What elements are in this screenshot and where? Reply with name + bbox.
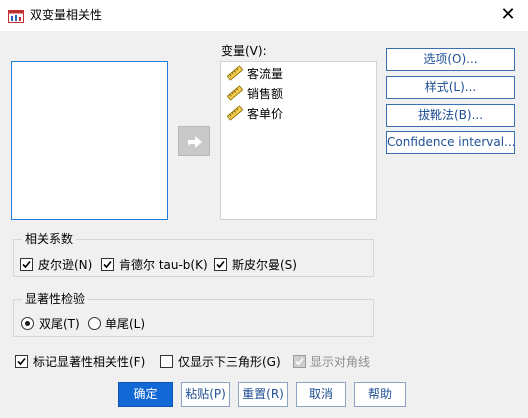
one-tailed-radio[interactable] — [88, 317, 101, 330]
kendall-label[interactable]: 肯德尔 tau-b(K) — [119, 257, 208, 273]
scale-ruler-icon — [227, 65, 243, 81]
show-diagonal-label: 显示对角线 — [310, 355, 371, 369]
confidence-interval-button[interactable]: Confidence interval... — [386, 131, 515, 154]
pearson-label[interactable]: 皮尔逊(N) — [38, 257, 92, 273]
two-tailed-label[interactable]: 双尾(T) — [39, 316, 80, 332]
scale-ruler-icon — [227, 105, 243, 121]
close-icon[interactable]: ✕ — [494, 4, 522, 26]
one-tailed-label[interactable]: 单尾(L) — [105, 316, 145, 332]
show-diagonal-checkbox — [293, 355, 306, 368]
kendall-checkbox[interactable] — [101, 258, 114, 271]
variable-name: 客单价 — [247, 106, 284, 121]
variables-list[interactable]: 客流量 销售额 客单价 — [220, 61, 377, 220]
window-title: 双变量相关性 — [30, 8, 103, 22]
list-item[interactable]: 客流量 — [227, 64, 283, 82]
correlation-coefficients-title: 相关系数 — [22, 231, 77, 247]
checkmark-icon — [17, 357, 26, 366]
radio-dot-icon — [25, 321, 30, 326]
scale-ruler-icon — [227, 85, 243, 101]
flag-significant-label[interactable]: 标记显著性相关性(F) — [33, 354, 145, 370]
options-button[interactable]: 选项(O)... — [386, 48, 515, 71]
variable-name: 销售额 — [247, 86, 284, 101]
lower-triangle-label[interactable]: 仅显示下三角形(G) — [178, 354, 281, 370]
two-tailed-radio[interactable] — [21, 317, 34, 330]
spearman-checkbox[interactable] — [214, 258, 227, 271]
spearman-label[interactable]: 斯皮尔曼(S) — [232, 257, 297, 273]
checkmark-icon — [103, 260, 112, 269]
cancel-button[interactable]: 取消 — [296, 382, 346, 407]
checkmark-icon — [22, 260, 31, 269]
checkmark-icon — [295, 357, 304, 366]
move-to-variables-button[interactable] — [178, 126, 210, 156]
paste-button[interactable]: 粘贴(P) — [181, 382, 230, 407]
source-variable-list[interactable] — [11, 61, 168, 220]
pearson-checkbox[interactable] — [20, 258, 33, 271]
ok-button[interactable]: 确定 — [118, 382, 173, 407]
app-icon — [8, 8, 24, 24]
reset-button[interactable]: 重置(R) — [238, 382, 288, 407]
significance-test-title: 显著性检验 — [22, 291, 89, 307]
variables-label: 变量(V): — [221, 44, 267, 58]
style-button[interactable]: 样式(L)... — [386, 76, 515, 99]
arrow-right-icon — [188, 136, 202, 148]
help-button[interactable]: 帮助 — [354, 382, 406, 407]
checkmark-icon — [216, 260, 225, 269]
flag-significant-checkbox[interactable] — [15, 355, 28, 368]
list-item[interactable]: 客单价 — [227, 104, 283, 122]
bootstrap-button[interactable]: 拔靴法(B)... — [386, 104, 515, 127]
lower-triangle-checkbox[interactable] — [160, 355, 173, 368]
list-item[interactable]: 销售额 — [227, 84, 283, 102]
variable-name: 客流量 — [247, 66, 284, 81]
